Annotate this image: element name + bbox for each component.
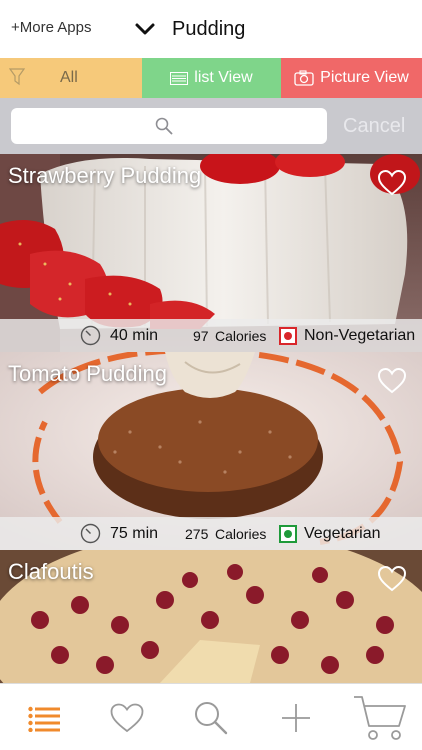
timer-icon xyxy=(80,325,101,346)
timer-icon xyxy=(80,523,101,544)
plus-icon[interactable] xyxy=(280,702,312,734)
picture-view-label: Picture View xyxy=(320,69,409,86)
list-view-label: list View xyxy=(194,69,253,86)
cart-icon[interactable] xyxy=(352,694,408,742)
recipe-name: Clafoutis xyxy=(8,559,94,584)
category-title[interactable]: Pudding xyxy=(172,18,245,41)
heart-icon[interactable] xyxy=(378,566,406,592)
cook-time: 40 min xyxy=(110,327,159,344)
recipe-name: Strawberry Pudding xyxy=(8,163,202,188)
diet-label: Non-Vegetarian xyxy=(304,327,416,344)
calories-value: 97 xyxy=(193,328,209,344)
calories-label: Calories xyxy=(215,526,267,542)
picture-view-button[interactable]: Picture View xyxy=(281,58,422,98)
filter-all-button[interactable]: All xyxy=(0,58,142,98)
chevron-down-icon[interactable] xyxy=(134,20,156,38)
list-view-icon xyxy=(170,71,189,85)
top-bar: +More Apps Pudding xyxy=(0,0,422,58)
non-veg-indicator-icon xyxy=(279,327,297,345)
heart-icon[interactable] xyxy=(378,170,406,196)
recipe-name: Tomato Pudding xyxy=(8,361,167,386)
cook-time: 75 min xyxy=(110,525,159,542)
more-apps-button[interactable]: +More Apps xyxy=(11,19,91,36)
filter-all-label: All xyxy=(60,69,78,86)
recipe-card[interactable]: Tomato Pudding 75 min 275 Calories Veget… xyxy=(0,352,422,550)
filter-bar: All list View Picture View xyxy=(0,58,422,98)
tab-bar xyxy=(0,683,422,750)
recipe-info-bar: 75 min 275 Calories Vegetarian xyxy=(0,517,422,550)
funnel-icon xyxy=(9,68,25,86)
cancel-button[interactable]: Cancel xyxy=(343,115,405,138)
diet-label: Vegetarian xyxy=(304,525,381,542)
search-icon[interactable] xyxy=(194,701,228,735)
list-view-button[interactable]: list View xyxy=(142,58,281,98)
list-icon[interactable] xyxy=(28,706,60,732)
heart-icon[interactable] xyxy=(110,703,144,733)
camera-icon xyxy=(294,70,314,86)
calories-label: Calories xyxy=(215,328,267,344)
recipe-card[interactable]: Strawberry Pudding 40 min 97 Calories No… xyxy=(0,154,422,352)
veg-indicator-icon xyxy=(279,525,297,543)
calories-value: 275 xyxy=(185,526,209,542)
recipe-info-bar: 40 min 97 Calories Non-Vegetarian xyxy=(0,319,422,352)
search-input[interactable] xyxy=(11,108,327,144)
search-icon xyxy=(155,117,173,135)
recipe-card[interactable]: Clafoutis xyxy=(0,550,422,683)
search-bar: Cancel xyxy=(0,98,422,154)
heart-icon[interactable] xyxy=(378,368,406,394)
